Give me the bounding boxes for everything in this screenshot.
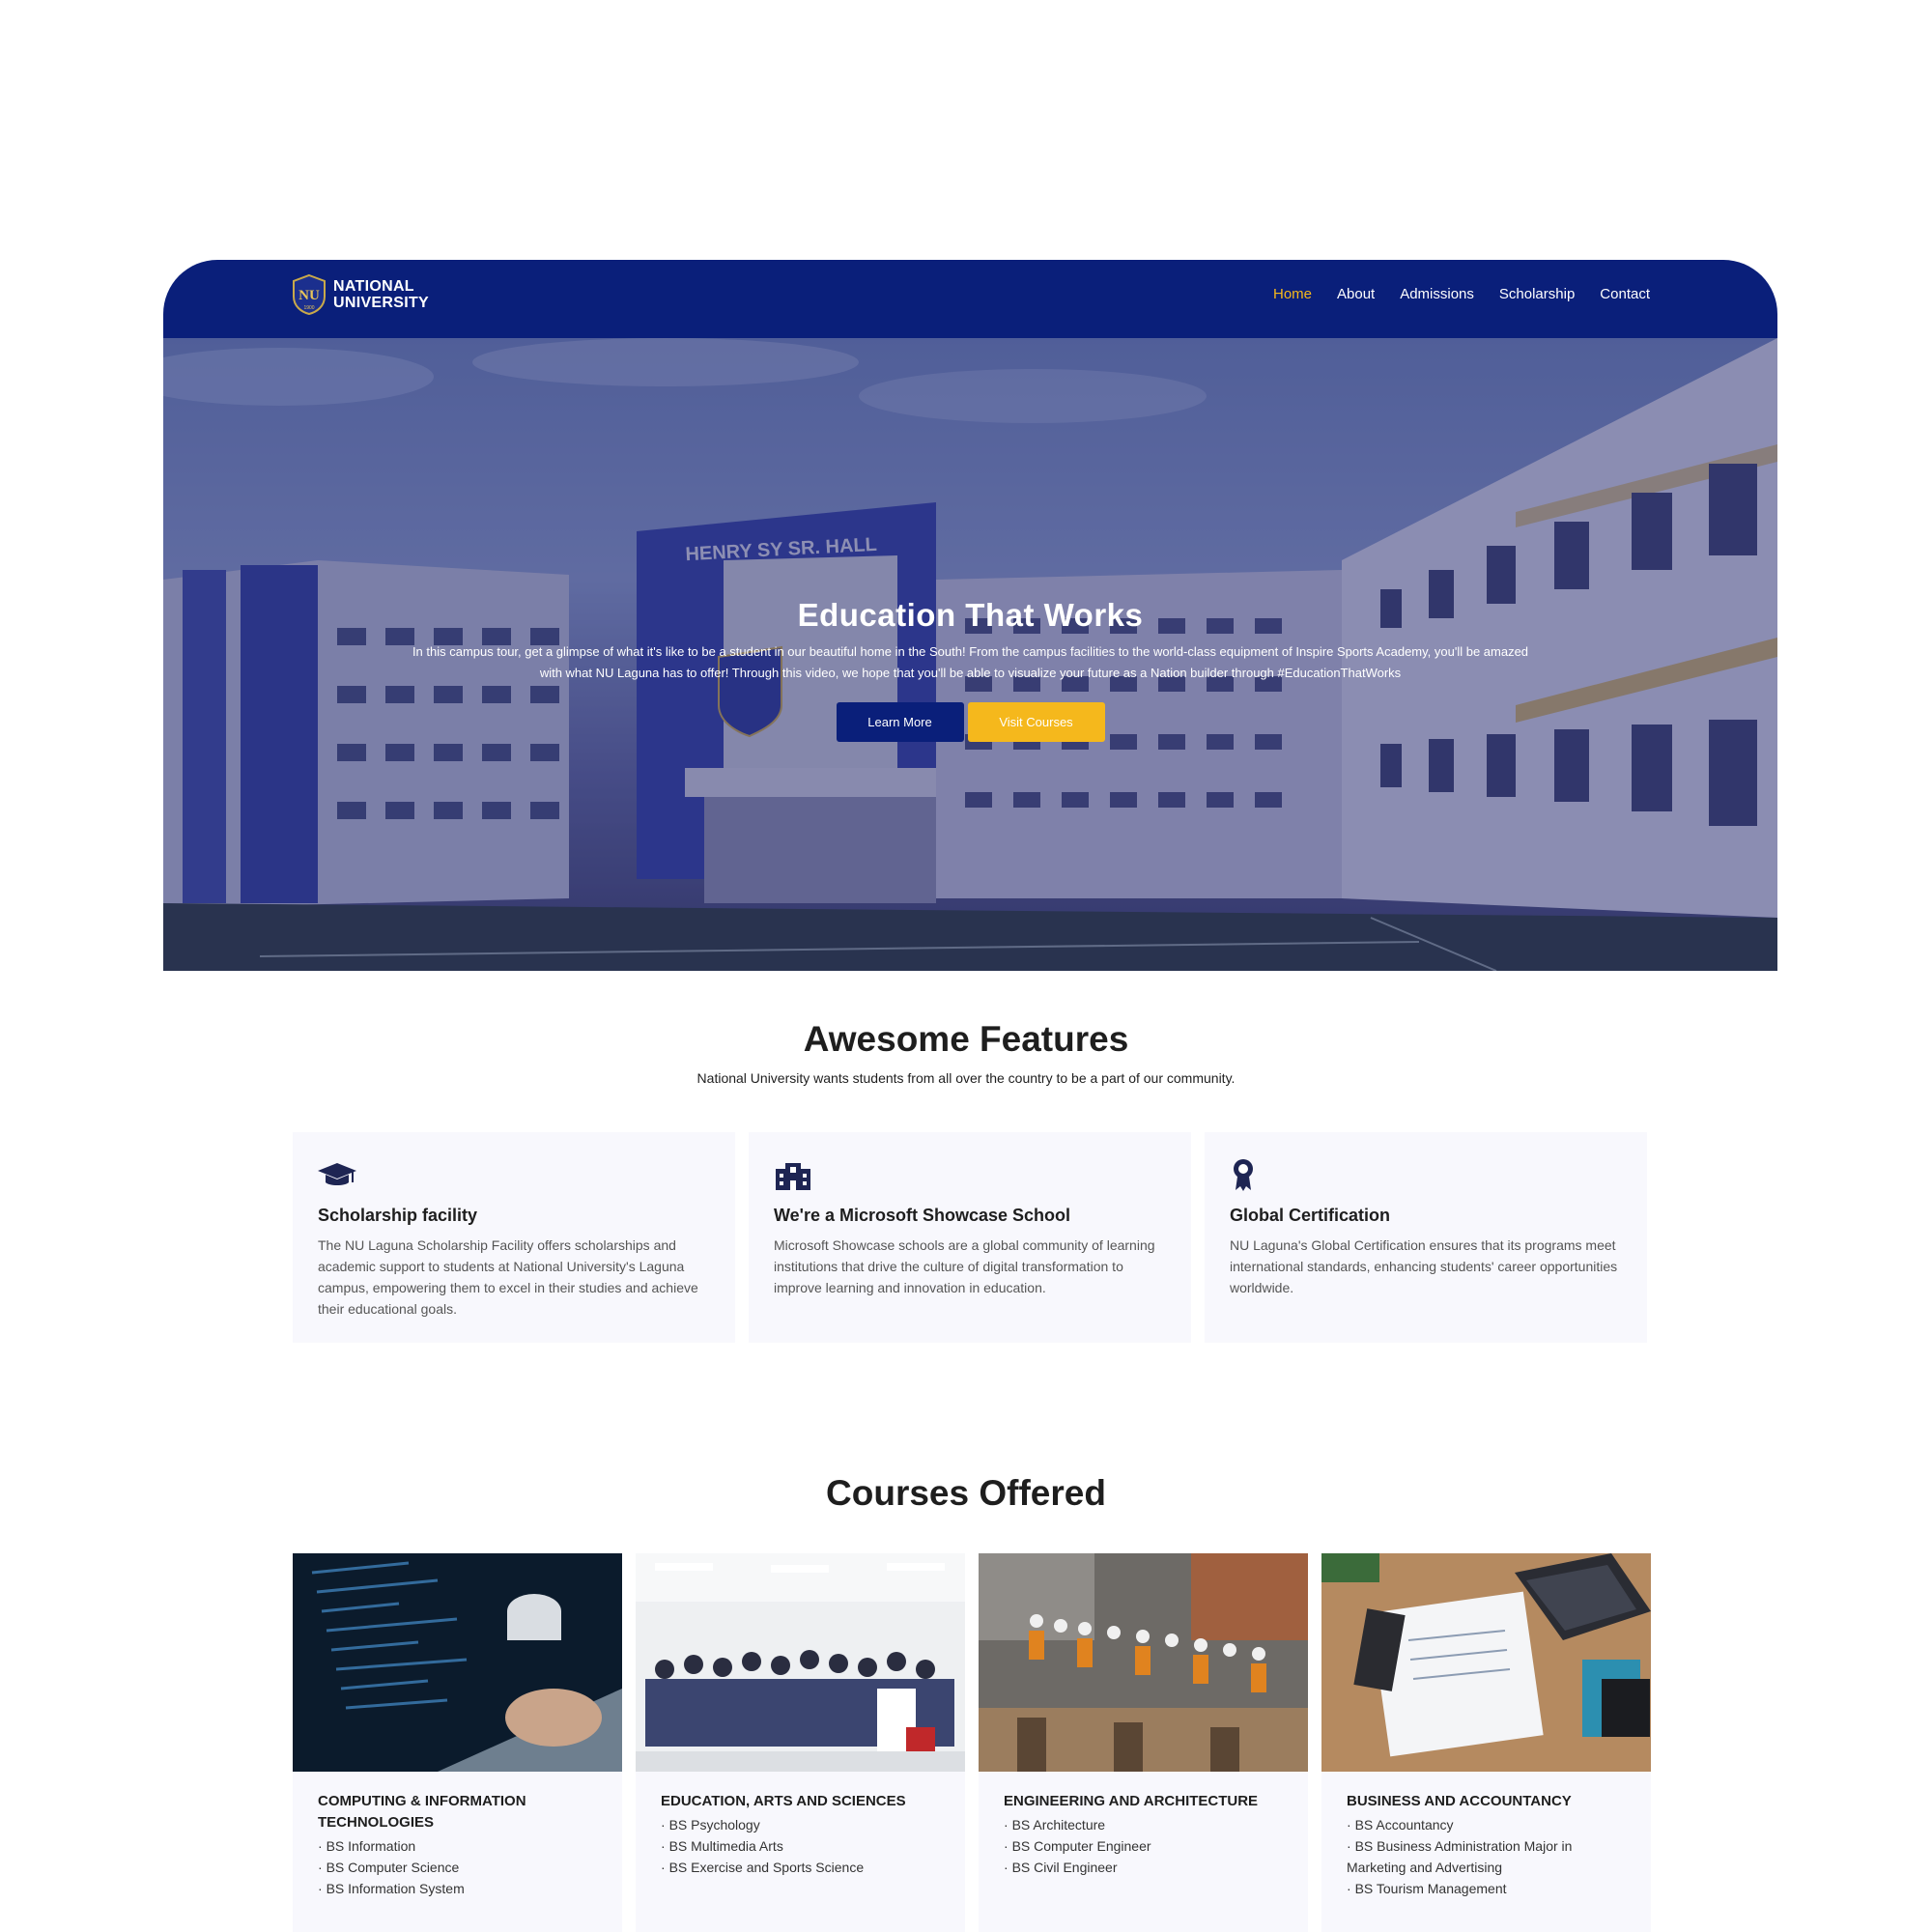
brand-line-1: NATIONAL [333,278,414,295]
course-card-education[interactable]: EDUCATION, ARTS AND SCIENCES BS Psycholo… [636,1553,965,1932]
course-item: BS Psychology [661,1814,940,1835]
features-title: Awesome Features [803,1019,1129,1059]
course-item: BS Information System [318,1878,597,1899]
feature-title: Global Certification [1230,1206,1391,1225]
hero-buttons: Learn More Visit Courses [163,702,1777,742]
brand-logo[interactable]: NU 1900 NATIONAL UNIVERSITY [291,273,429,316]
feature-card-scholarship: Scholarship facility The NU Laguna Schol… [293,1132,735,1343]
course-item: BS Exercise and Sports Science [661,1857,940,1878]
nav-scholarship[interactable]: Scholarship [1499,286,1575,302]
visit-courses-button[interactable]: Visit Courses [967,702,1105,742]
course-title: BUSINESS AND ACCOUNTANCY [1347,1793,1572,1809]
graduation-cap-icon [318,1163,356,1185]
courses-title: Courses Offered [826,1473,1106,1513]
course-title: EDUCATION, ARTS AND SCIENCES [661,1793,906,1809]
course-item: BS Multimedia Arts [661,1835,940,1857]
hero-title: Education That Works [797,597,1144,633]
course-item: BS Information [318,1835,597,1857]
course-item: BS Business Administration Major in Mark… [1347,1835,1626,1878]
brand-name: NATIONAL UNIVERSITY [333,278,429,311]
svg-text:NU: NU [298,288,320,303]
course-card-computing[interactable]: COMPUTING & INFORMATION TECHNOLOGIES BS … [293,1553,622,1932]
course-item: BS Tourism Management [1347,1878,1626,1899]
course-list: BS Psychology BS Multimedia Arts BS Exer… [661,1814,940,1878]
award-ribbon-icon [1234,1159,1253,1191]
construction-site-image [979,1553,1308,1772]
main-nav: Home About Admissions Scholarship Contac… [1273,286,1650,302]
feature-text: NU Laguna's Global Certification ensures… [1230,1237,1618,1295]
brand-line-2: UNIVERSITY [333,295,430,311]
course-item: BS Computer Science [318,1857,597,1878]
course-list: BS Information BS Computer Science BS In… [318,1835,597,1899]
course-list: BS Architecture BS Computer Engineer BS … [1004,1814,1283,1878]
hero-section: NU 1900 NATIONAL UNIVERSITY Home About A… [163,260,1777,971]
navbar: NU 1900 NATIONAL UNIVERSITY Home About A… [163,260,1777,338]
laptop-code-image [293,1553,622,1772]
course-item: BS Computer Engineer [1004,1835,1283,1857]
features-subtitle: National University wants students from … [696,1070,1236,1086]
feature-title: Scholarship facility [318,1206,478,1225]
course-title: COMPUTING & INFORMATION TECHNOLOGIES [318,1793,526,1831]
nav-home[interactable]: Home [1273,286,1312,302]
business-desk-image [1321,1553,1651,1772]
nav-admissions[interactable]: Admissions [1400,286,1474,302]
feature-text: Microsoft Showcase schools are a global … [774,1237,1155,1295]
nav-contact[interactable]: Contact [1600,286,1650,302]
nav-about[interactable]: About [1337,286,1375,302]
course-card-engineering[interactable]: ENGINEERING AND ARCHITECTURE BS Architec… [979,1553,1308,1932]
group-photo-image [636,1553,965,1772]
hero-content: Education That Works In this campus tour… [163,597,1777,742]
course-item: BS Accountancy [1347,1814,1626,1835]
course-card-business[interactable]: BUSINESS AND ACCOUNTANCY BS Accountancy … [1321,1553,1651,1932]
feature-card-certification: Global Certification NU Laguna's Global … [1205,1132,1647,1343]
learn-more-button[interactable]: Learn More [836,702,964,742]
course-item: BS Civil Engineer [1004,1857,1283,1878]
feature-text: The NU Laguna Scholarship Facility offer… [318,1237,698,1317]
nu-shield-icon: NU 1900 [293,273,326,316]
course-title: ENGINEERING AND ARCHITECTURE [1004,1793,1259,1809]
feature-card-microsoft: We're a Microsoft Showcase School Micros… [749,1132,1191,1343]
feature-title: We're a Microsoft Showcase School [774,1206,1071,1225]
school-building-icon [776,1163,810,1190]
hero-description: In this campus tour, get a glimpse of wh… [412,644,1529,680]
course-item: BS Architecture [1004,1814,1283,1835]
course-list: BS Accountancy BS Business Administratio… [1347,1814,1626,1899]
svg-text:1900: 1900 [303,305,314,311]
